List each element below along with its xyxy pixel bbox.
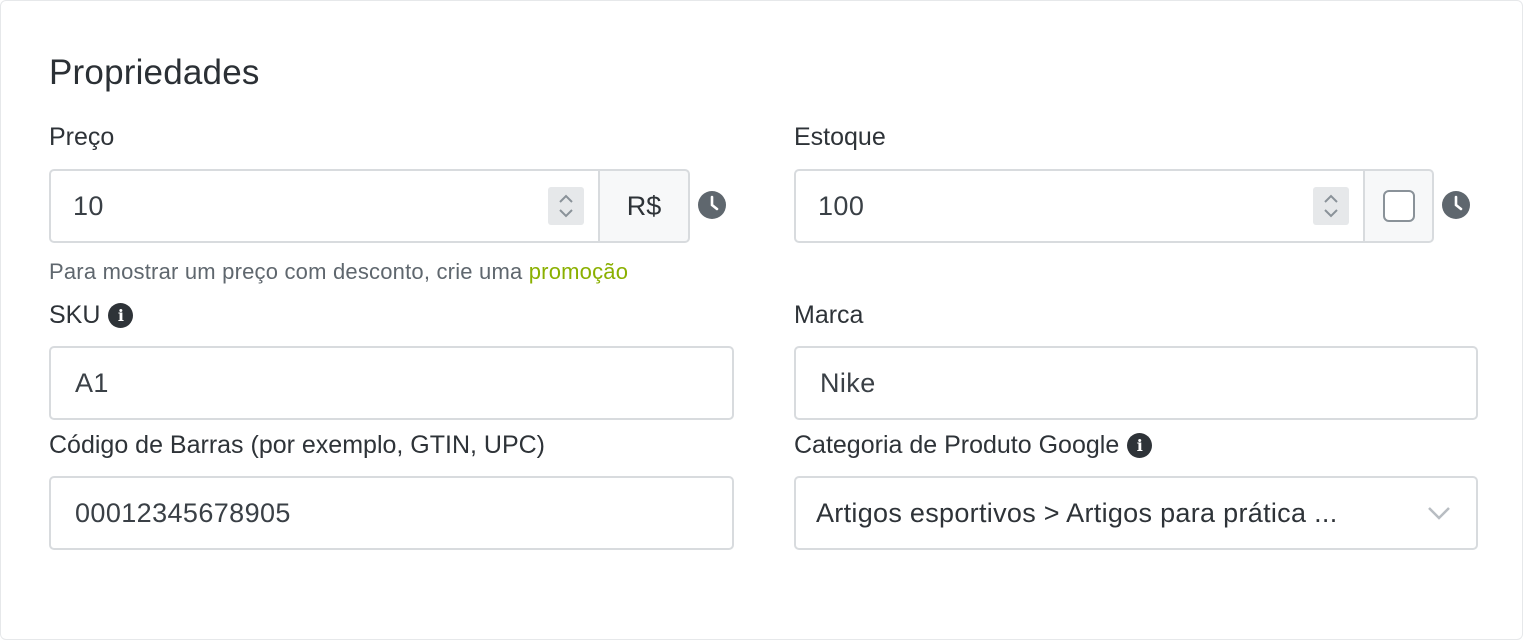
price-label: Preço xyxy=(49,123,114,152)
brand-label-text: Marca xyxy=(794,301,864,329)
price-label-text: Preço xyxy=(49,123,115,151)
chevron-down-icon xyxy=(1428,507,1450,520)
google-category-label-text: Categoria de Produto Google xyxy=(794,431,1120,459)
up-down-chevron-icon xyxy=(559,194,573,218)
brand-label: Marca xyxy=(794,301,863,330)
google-category-value: Artigos esportivos > Artigos para prátic… xyxy=(816,497,1338,528)
currency-addon: R$ xyxy=(600,169,690,243)
sku-label-text: SKU xyxy=(49,301,101,329)
price-value[interactable]: 10 xyxy=(73,191,548,222)
sku-info-icon[interactable]: i xyxy=(108,303,134,328)
price-field[interactable]: 10 xyxy=(49,169,600,243)
stock-field[interactable]: 100 xyxy=(794,169,1365,243)
price-schedule-clock-icon[interactable] xyxy=(698,191,726,219)
promotion-link[interactable]: promoção xyxy=(529,259,628,284)
barcode-input[interactable]: 00012345678905 xyxy=(49,476,734,550)
google-category-info-icon[interactable]: i xyxy=(1127,433,1153,458)
stock-input-group: 100 xyxy=(794,169,1434,243)
stock-label-text: Estoque xyxy=(794,123,886,151)
stock-unlimited-addon xyxy=(1365,169,1434,243)
stock-value[interactable]: 100 xyxy=(818,191,1313,222)
stock-label: Estoque xyxy=(794,123,886,152)
brand-input[interactable]: Nike xyxy=(794,346,1478,420)
sku-label: SKU i xyxy=(49,301,134,330)
google-category-select[interactable]: Artigos esportivos > Artigos para prátic… xyxy=(794,476,1478,550)
barcode-label-text: Código de Barras (por exemplo, GTIN, UPC… xyxy=(49,431,546,459)
section-title: Propriedades xyxy=(49,53,260,92)
price-stepper[interactable] xyxy=(548,187,584,225)
up-down-chevron-icon xyxy=(1324,194,1338,218)
stock-schedule-clock-icon[interactable] xyxy=(1442,191,1470,219)
properties-card: Propriedades Preço 10 R$ Para mostrar um… xyxy=(0,0,1523,640)
barcode-label: Código de Barras (por exemplo, GTIN, UPC… xyxy=(49,431,545,460)
google-category-label: Categoria de Produto Google i xyxy=(794,431,1153,460)
price-input-group: 10 R$ xyxy=(49,169,690,243)
stock-stepper[interactable] xyxy=(1313,187,1349,225)
price-help-text: Para mostrar um preço com desconto, crie… xyxy=(49,259,629,284)
stock-unlimited-checkbox[interactable] xyxy=(1382,190,1415,222)
sku-input[interactable]: A1 xyxy=(49,346,734,420)
